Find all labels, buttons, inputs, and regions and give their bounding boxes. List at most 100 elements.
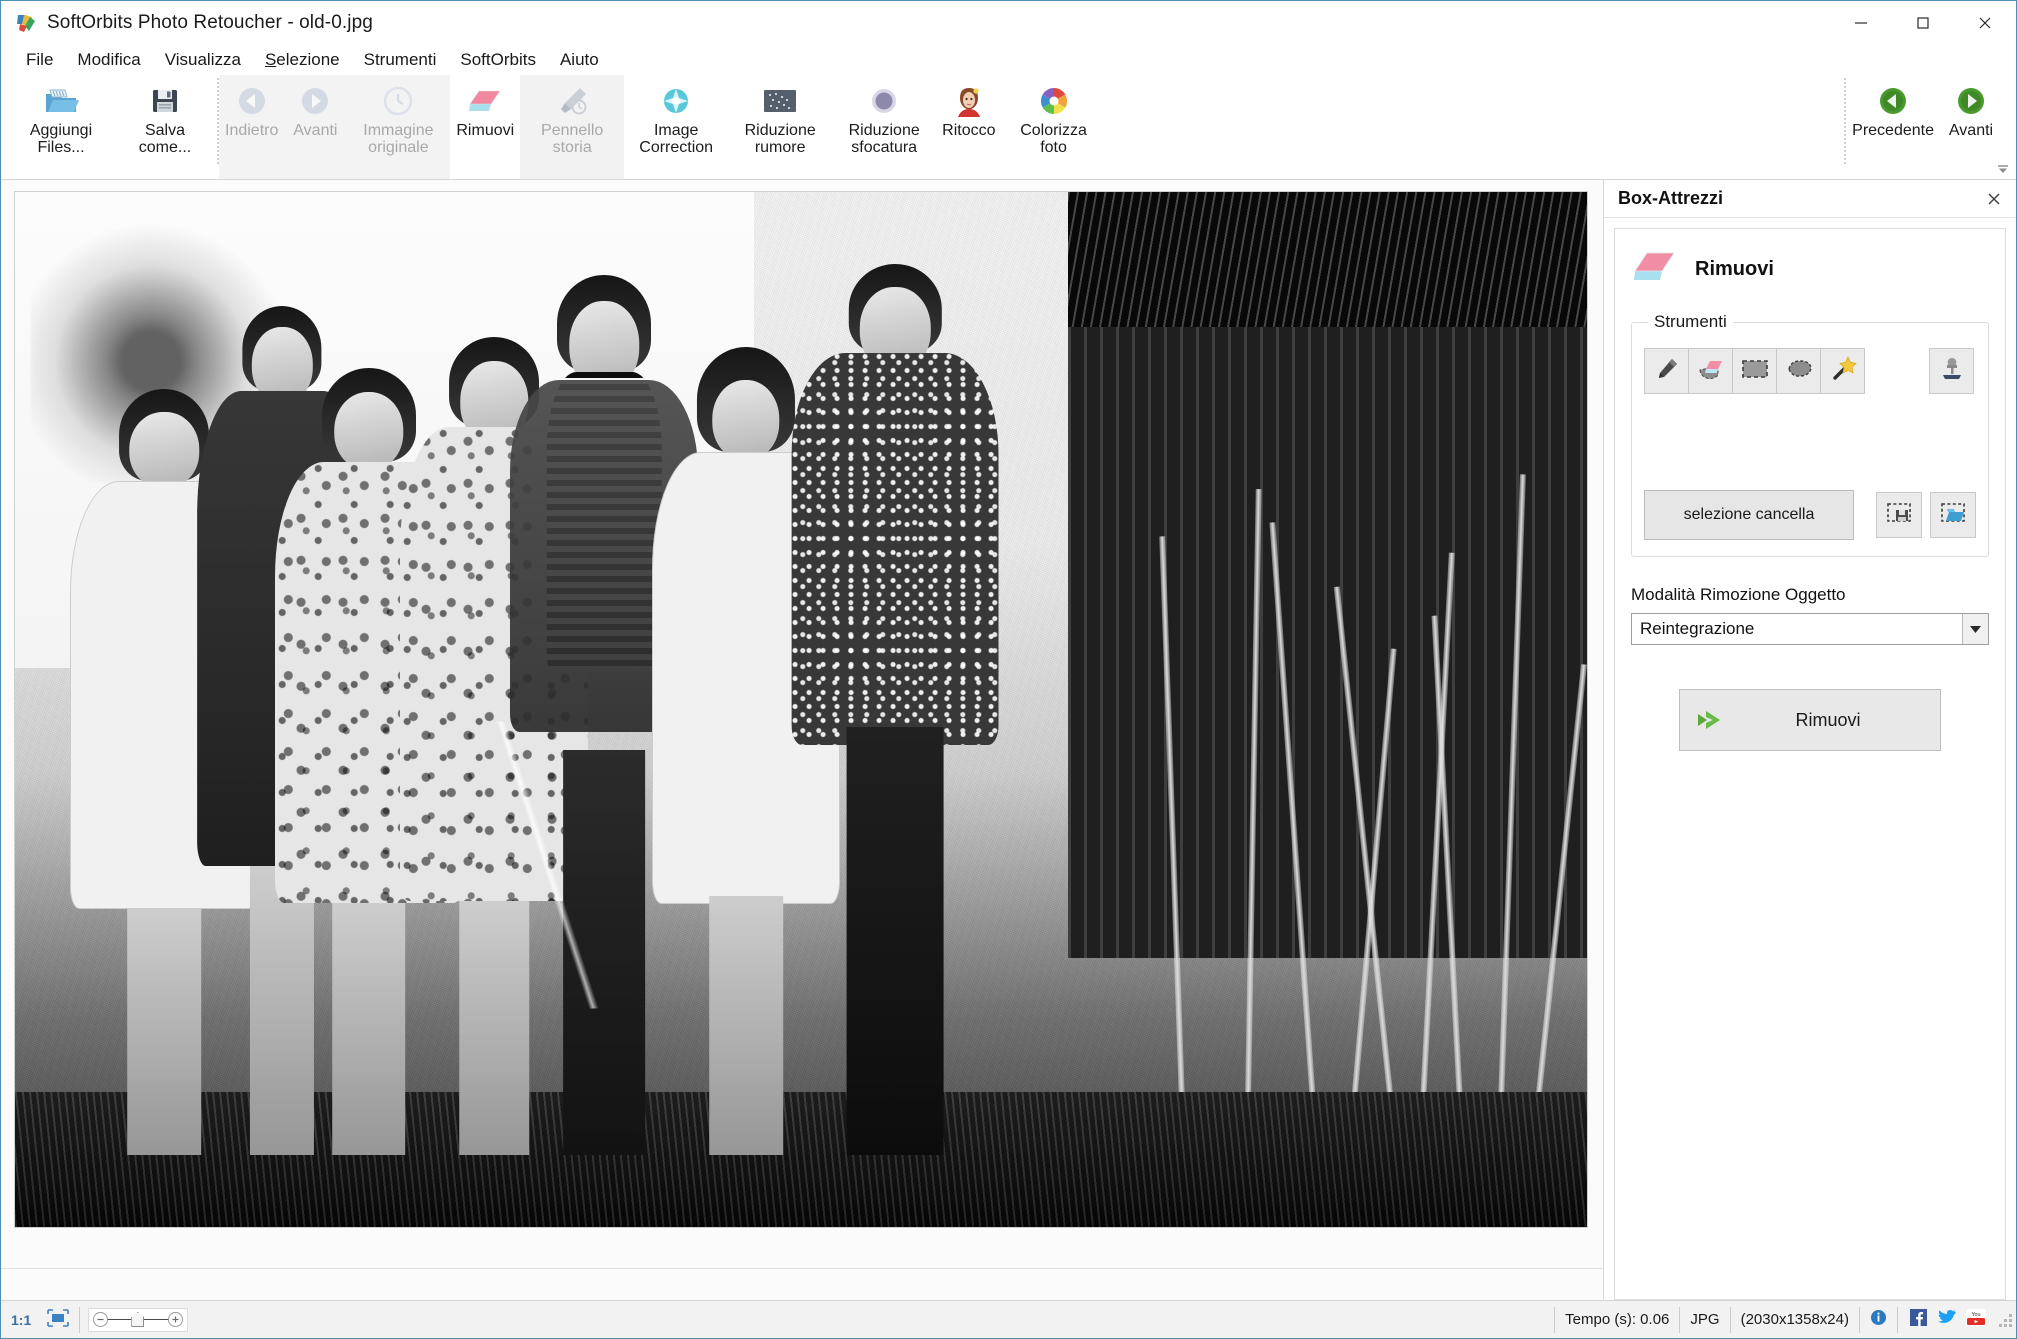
- green-left-arrow-icon: [1878, 81, 1908, 121]
- zoom-slider-thumb[interactable]: [131, 1312, 145, 1327]
- social-links: You: [1898, 1309, 1998, 1330]
- ribbon-button-history-brush[interactable]: Pennello storia: [520, 75, 625, 179]
- ribbon-label-image-correction: Image Correction: [639, 122, 714, 156]
- close-icon[interactable]: [1982, 187, 2006, 211]
- ribbon-button-retouch[interactable]: Ritocco: [936, 75, 1001, 179]
- application-window: SoftOrbits Photo Retoucher - old-0.jpg F…: [0, 0, 2017, 1339]
- clear-selection-button[interactable]: selezione cancella: [1644, 490, 1854, 540]
- image-viewport[interactable]: [1, 180, 1604, 1300]
- facebook-icon[interactable]: [1910, 1309, 1927, 1330]
- wooden-poles: [1155, 316, 1587, 1104]
- minimize-button[interactable]: [1830, 1, 1892, 45]
- apply-row: Rimuovi: [1627, 689, 1993, 751]
- twitter-icon[interactable]: [1937, 1309, 1956, 1330]
- menu-item-visualizza[interactable]: Visualizza: [154, 47, 252, 73]
- tool-button-magic-wand[interactable]: [1820, 348, 1865, 394]
- ribbon-button-original-image[interactable]: Immagine originale: [346, 75, 450, 179]
- ribbon-label-retouch: Ritocco: [942, 122, 996, 139]
- fit-to-screen-icon: [47, 1308, 70, 1331]
- zoom-slider[interactable]: [88, 1307, 189, 1332]
- ribbon-button-noise-reduction[interactable]: Riduzione rumore: [728, 75, 832, 179]
- menu-item-softorbits[interactable]: SoftOrbits: [449, 47, 547, 73]
- maximize-button[interactable]: [1892, 1, 1954, 45]
- ribbon-label-add-files: Aggiungi Files...: [29, 122, 93, 156]
- ribbon-label-save-as: Salva come...: [138, 122, 192, 156]
- apply-remove-button[interactable]: Rimuovi: [1679, 689, 1941, 751]
- active-tool-name: Rimuovi: [1695, 258, 1774, 280]
- ribbon-button-next[interactable]: Avanti: [1940, 75, 2002, 179]
- gem-sparkle-icon: [660, 81, 692, 121]
- removal-mode-value: Reintegrazione: [1640, 619, 1755, 638]
- floppy-save-icon: [150, 81, 180, 121]
- tool-button-lasso-select[interactable]: [1776, 348, 1821, 394]
- magic-wand-icon: [1829, 355, 1857, 387]
- eraser-icon: [1633, 249, 1677, 290]
- minus-icon[interactable]: [93, 1312, 109, 1327]
- toolbox-panel: Box-Attrezzi Rimuovi Strumenti selezione…: [1604, 180, 2016, 1300]
- plus-icon[interactable]: [168, 1312, 184, 1327]
- ribbon-button-image-correction[interactable]: Image Correction: [624, 75, 728, 179]
- removal-mode-select[interactable]: Reintegrazione: [1631, 613, 1989, 645]
- tool-buttons-row: [1644, 348, 1976, 394]
- active-tool-header: Rimuovi: [1633, 249, 1993, 290]
- tool-button-rect-select[interactable]: [1732, 348, 1777, 394]
- canvas-bottom-strip: [1, 1268, 1603, 1300]
- tool-button-clone-stamp[interactable]: [1929, 348, 1974, 394]
- ribbon-button-remove[interactable]: Rimuovi: [450, 75, 520, 179]
- eraser-icon: [468, 81, 502, 121]
- ribbon-button-previous[interactable]: Precedente: [1846, 75, 1940, 179]
- photo-canvas[interactable]: [15, 192, 1587, 1227]
- menu-item-strumenti[interactable]: Strumenti: [353, 47, 448, 73]
- zoom-ratio-label: 1:1: [11, 1311, 32, 1328]
- tool-button-eraser-select[interactable]: [1688, 348, 1733, 394]
- portrait-retouch-icon: [954, 81, 984, 121]
- removal-mode-label: Modalità Rimozione Oggetto: [1631, 585, 1846, 604]
- ribbon-button-redo[interactable]: Avanti: [284, 75, 346, 179]
- lasso-select-icon: [1785, 357, 1813, 386]
- ribbon-button-colorize-photo[interactable]: Colorizza foto: [1002, 75, 1106, 179]
- undo-arrow-icon: [236, 81, 268, 121]
- apply-remove-label: Rimuovi: [1795, 709, 1861, 730]
- close-button[interactable]: [1954, 1, 2016, 45]
- toolbox-header: Box-Attrezzi: [1604, 180, 2016, 218]
- save-selection-button[interactable]: [1876, 492, 1922, 538]
- vintage-group-photo: [15, 192, 1587, 1227]
- chevron-down-icon[interactable]: [1962, 614, 1988, 644]
- tools-group: Strumenti selezione cancella: [1631, 312, 1989, 557]
- ribbon-button-save-as[interactable]: Salva come...: [113, 75, 217, 179]
- redo-arrow-icon: [299, 81, 331, 121]
- ribbon-label-noise-reduction: Riduzione rumore: [744, 122, 816, 156]
- svg-text:You: You: [1971, 1312, 1980, 1318]
- ribbon-toolbar: Aggiungi Files... Salva come... Indietro…: [1, 75, 2016, 180]
- resize-grip[interactable]: [1998, 1313, 2012, 1327]
- ribbon-button-undo[interactable]: Indietro: [219, 75, 284, 179]
- ribbon-button-blur-reduction[interactable]: Riduzione sfocatura: [832, 75, 936, 179]
- ribbon-label-colorize-photo: Colorizza foto: [1020, 122, 1087, 156]
- save-selection-icon: [1886, 501, 1912, 530]
- photo-crack-damage: [41, 702, 1058, 1028]
- menu-item-modifica[interactable]: Modifica: [66, 47, 151, 73]
- main-body: Box-Attrezzi Rimuovi Strumenti selezione…: [1, 180, 2016, 1300]
- window-controls: [1830, 1, 2016, 45]
- ribbon-label-remove: Rimuovi: [456, 122, 515, 139]
- tools-group-legend: Strumenti: [1654, 312, 1727, 331]
- clock-history-icon: [382, 81, 414, 121]
- ribbon-button-add-files[interactable]: Aggiungi Files...: [9, 75, 113, 179]
- window-title: SoftOrbits Photo Retoucher - old-0.jpg: [47, 12, 373, 33]
- menu-item-file[interactable]: File: [15, 47, 64, 73]
- toolbox-title: Box-Attrezzi: [1618, 188, 1724, 208]
- menu-item-aiuto[interactable]: Aiuto: [549, 47, 610, 73]
- load-selection-button[interactable]: [1930, 492, 1976, 538]
- fit-to-screen-button[interactable]: [37, 1301, 79, 1338]
- tool-button-pencil[interactable]: [1644, 348, 1689, 394]
- youtube-icon[interactable]: You: [1966, 1309, 1986, 1330]
- info-button[interactable]: [1860, 1301, 1897, 1338]
- menu-item-selezione[interactable]: Selezione: [254, 47, 351, 73]
- status-bar-right: Tempo (s): 0.06 JPG (2030x1358x24) You: [1554, 1301, 2016, 1338]
- history-brush-icon: [555, 81, 589, 121]
- eraser-selection-icon: [1697, 356, 1725, 387]
- toolbox-content: Rimuovi Strumenti selezione cancella Mod…: [1614, 228, 2006, 1300]
- noise-square-icon: [762, 81, 798, 121]
- info-icon: [1870, 1309, 1887, 1330]
- ribbon-label-history-brush: Pennello storia: [541, 122, 604, 156]
